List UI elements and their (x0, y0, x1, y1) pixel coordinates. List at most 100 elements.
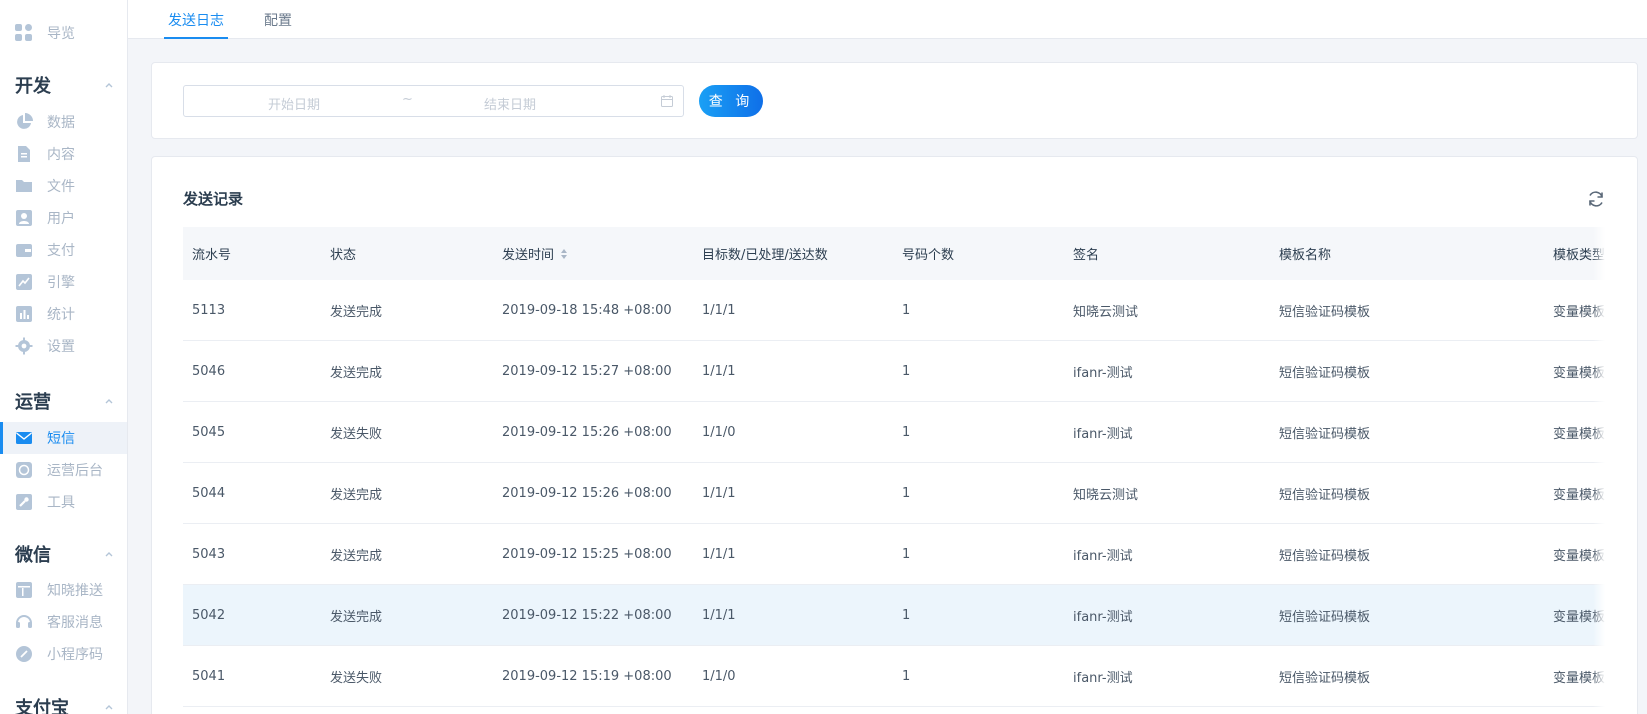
cell-status: 发送失败 (330, 426, 383, 442)
gear-icon (15, 337, 33, 355)
sidebar-item-label: 工具 (47, 495, 75, 511)
sidebar-item-overview[interactable]: 导览 (0, 18, 127, 48)
cell-serial: 5113 (192, 302, 226, 318)
cell-serial: 5044 (192, 485, 226, 501)
section-title: 支付宝 (15, 698, 69, 714)
console-icon (15, 461, 33, 479)
query-button[interactable]: 查 询 (699, 85, 763, 117)
wallet-icon (15, 241, 33, 259)
table-row[interactable]: 5046 发送完成 2019-09-12 15:27 +08:00 1/1/1 1 ifa… (183, 341, 1605, 402)
section-title: 微信 (15, 545, 51, 566)
tab-config[interactable]: 配置 (264, 0, 292, 39)
sidebar-item-miniprogram-code[interactable]: 小程序码 (0, 639, 127, 669)
trend-icon (15, 273, 33, 291)
sidebar-item-files[interactable]: 文件 (0, 171, 127, 201)
table-row[interactable]: 5044 发送完成 2019-09-12 15:26 +08:00 1/1/1 1 知晓云… (183, 463, 1605, 524)
document-icon (15, 145, 33, 163)
cell-template-name: 短信验证码模板 (1279, 365, 1371, 381)
section-header-wechat[interactable]: 微信 (15, 541, 115, 567)
sidebar-item-label: 小程序码 (47, 647, 103, 663)
column-header-status: 状态 (330, 248, 357, 263)
cell-serial: 5046 (192, 363, 226, 379)
folder-icon (15, 177, 33, 195)
cell-status: 发送完成 (330, 304, 383, 320)
cell-signature: 知晓云测试 (1073, 304, 1139, 320)
chevron-up-icon (105, 83, 113, 88)
cell-serial: 5042 (192, 607, 226, 623)
table-row[interactable]: 5041 发送失败 2019-09-12 15:19 +08:00 1/1/0 1 ifa… (183, 646, 1605, 707)
section-header-ops[interactable]: 运营 (15, 388, 115, 414)
column-header-signature: 签名 (1073, 248, 1100, 263)
tab-bar: 发送日志 配置 (128, 0, 1647, 39)
column-header-number-count: 号码个数 (902, 248, 955, 263)
cell-serial: 5045 (192, 424, 226, 440)
grid-icon (15, 24, 33, 42)
sidebar-item-data[interactable]: 数据 (0, 107, 127, 137)
cell-send-time: 2019-09-12 15:22 +08:00 (502, 607, 672, 623)
sidebar-item-label: 客服消息 (47, 615, 103, 631)
headset-icon (15, 613, 33, 631)
column-header-counts: 目标数/已处理/送达数 (702, 248, 828, 263)
date-separator: ~ (402, 92, 413, 107)
cell-template-name: 短信验证码模板 (1279, 548, 1371, 564)
sidebar-item-content[interactable]: 内容 (0, 139, 127, 169)
sidebar-item-payment[interactable]: 支付 (0, 235, 127, 265)
sidebar-item-push[interactable]: 知晓推送 (0, 575, 127, 605)
column-header-send-time[interactable]: 发送时间 (502, 227, 568, 280)
section-title: 开发 (15, 76, 51, 97)
table-row[interactable]: 5045 发送失败 2019-09-12 15:26 +08:00 1/1/0 1 ifa… (183, 402, 1605, 463)
section-header-dev[interactable]: 开发 (15, 72, 115, 98)
cell-status: 发送完成 (330, 487, 383, 503)
table-row[interactable]: 5043 发送完成 2019-09-12 15:25 +08:00 1/1/1 1 ifa… (183, 524, 1605, 585)
end-date-input[interactable]: 结束日期 (484, 94, 536, 113)
sidebar-item-sms[interactable]: 短信 (0, 422, 127, 454)
user-icon (15, 209, 33, 227)
sidebar-item-settings[interactable]: 设置 (0, 331, 127, 361)
sidebar-item-engine[interactable]: 引擎 (0, 267, 127, 297)
cell-number-count: 1 (902, 668, 911, 684)
column-header-label: 发送时间 (502, 248, 555, 263)
sidebar-item-label: 用户 (47, 211, 75, 227)
cell-template-name: 短信验证码模板 (1279, 609, 1371, 625)
cell-counts: 1/1/1 (702, 546, 736, 562)
cell-signature: ifanr-测试 (1073, 426, 1133, 442)
sidebar-item-label: 数据 (47, 115, 75, 131)
sidebar: 导览 开发 数据 内容 文件 用户 支付 引擎 统计 设置 运营 短信 运营后台… (0, 0, 128, 714)
cell-template-name: 短信验证码模板 (1279, 304, 1371, 320)
sidebar-item-label: 统计 (47, 307, 75, 323)
refresh-icon[interactable] (1586, 189, 1606, 209)
date-range-picker[interactable]: 开始日期 ~ 结束日期 (183, 85, 684, 117)
sidebar-item-customer-service[interactable]: 客服消息 (0, 607, 127, 637)
sidebar-item-label: 短信 (47, 431, 75, 447)
sidebar-item-tools[interactable]: 工具 (0, 487, 127, 517)
sidebar-item-stats[interactable]: 统计 (0, 299, 127, 329)
table-row[interactable]: 5113 发送完成 2019-09-18 15:48 +08:00 1/1/1 1 知晓云… (183, 280, 1605, 341)
sidebar-item-label: 导览 (47, 26, 75, 42)
cell-number-count: 1 (902, 363, 911, 379)
cell-signature: ifanr-测试 (1073, 548, 1133, 564)
sidebar-item-label: 知晓推送 (47, 583, 103, 599)
layout-icon (15, 581, 33, 599)
cell-number-count: 1 (902, 546, 911, 562)
sidebar-item-ops-console[interactable]: 运营后台 (0, 455, 127, 485)
cell-send-time: 2019-09-12 15:19 +08:00 (502, 668, 672, 684)
chevron-up-icon (105, 399, 113, 404)
cell-counts: 1/1/1 (702, 363, 736, 379)
sidebar-item-users[interactable]: 用户 (0, 203, 127, 233)
cell-counts: 1/1/1 (702, 607, 736, 623)
table-scroll-fade (1593, 227, 1605, 714)
start-date-input[interactable]: 开始日期 (268, 94, 320, 113)
section-header-alipay[interactable]: 支付宝 (15, 694, 115, 714)
cell-number-count: 1 (902, 607, 911, 623)
column-header-serial: 流水号 (192, 248, 232, 263)
cell-number-count: 1 (902, 302, 911, 318)
cell-serial: 5041 (192, 668, 226, 684)
table-row[interactable]: 5042 发送完成 2019-09-12 15:22 +08:00 1/1/1 1 ifa… (183, 585, 1605, 646)
cell-signature: ifanr-测试 (1073, 365, 1133, 381)
records-title: 发送记录 (183, 190, 244, 208)
cell-number-count: 1 (902, 424, 911, 440)
cell-signature: ifanr-测试 (1073, 670, 1133, 686)
tab-send-log[interactable]: 发送日志 (164, 0, 228, 39)
sort-icon[interactable] (560, 248, 568, 260)
cell-signature: ifanr-测试 (1073, 609, 1133, 625)
